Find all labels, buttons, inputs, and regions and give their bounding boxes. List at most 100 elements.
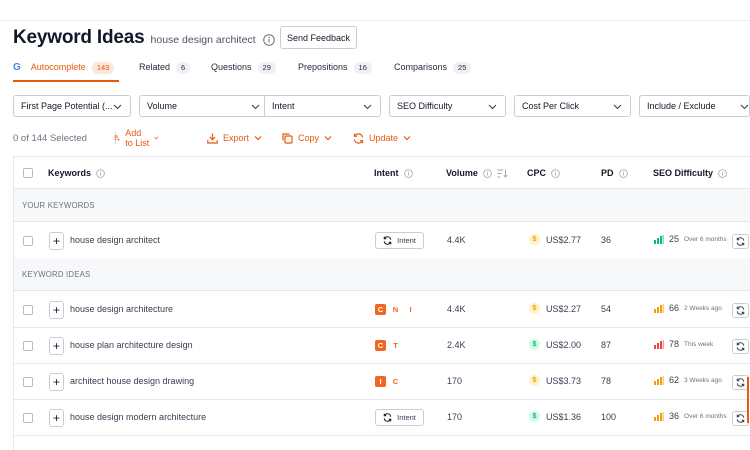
filter-label: Include / Exclude bbox=[647, 101, 716, 111]
tab-label: Questions bbox=[211, 62, 252, 72]
updated-ago: This week bbox=[684, 340, 714, 348]
column-label: CPC bbox=[527, 168, 547, 178]
dollar-icon: $ bbox=[529, 411, 540, 422]
keyword-text[interactable]: house plan architecture design bbox=[70, 340, 193, 350]
filter-first-page-potential[interactable]: First Page Potential (... bbox=[13, 95, 131, 117]
seo-difficulty-value: 62 bbox=[669, 375, 680, 385]
table-row[interactable]: + house design modern architecture Intent 1… bbox=[14, 400, 750, 436]
difficulty-bars-icon bbox=[654, 303, 664, 313]
chevron-down-icon bbox=[363, 104, 372, 110]
column-cpc[interactable]: CPC bbox=[527, 168, 560, 178]
select-all-checkbox[interactable] bbox=[23, 168, 33, 178]
add-to-list-button[interactable]: Add to List bbox=[114, 128, 164, 148]
pd-value: 78 bbox=[601, 376, 612, 386]
column-keywords[interactable]: Keywords bbox=[48, 168, 105, 178]
filter-volume[interactable]: Volume bbox=[139, 95, 269, 117]
keyword-text[interactable]: house design architect bbox=[70, 235, 160, 245]
chevron-down-icon bbox=[251, 104, 260, 110]
filter-seo-difficulty[interactable]: SEO Difficulty bbox=[389, 95, 506, 117]
add-keyword-button[interactable]: + bbox=[49, 337, 64, 355]
keyword-text[interactable]: house design modern architecture bbox=[70, 412, 206, 422]
filter-label: First Page Potential (... bbox=[21, 101, 113, 111]
keyword-text[interactable]: architect house design drawing bbox=[70, 376, 194, 386]
cpc-value: US$2.00 bbox=[546, 339, 582, 350]
refresh-icon bbox=[383, 236, 392, 245]
pd-value: 100 bbox=[601, 412, 617, 422]
tab-questions[interactable]: Questions 29 bbox=[211, 58, 276, 82]
refresh-row-button[interactable] bbox=[732, 303, 749, 318]
download-icon bbox=[207, 133, 218, 144]
info-icon bbox=[551, 168, 560, 178]
top-bar bbox=[0, 0, 750, 21]
tab-prepositions[interactable]: Prepositions 16 bbox=[298, 58, 372, 82]
export-button[interactable]: Export bbox=[207, 130, 267, 146]
filter-include-exclude[interactable]: Include / Exclude bbox=[639, 95, 750, 117]
cpc-cell: $ US$2.27 bbox=[529, 303, 581, 314]
filter-intent[interactable]: Intent bbox=[264, 95, 381, 117]
tab-count: 6 bbox=[176, 62, 191, 74]
updated-ago: Over 6 months bbox=[684, 235, 727, 243]
sort-icon[interactable] bbox=[497, 169, 508, 178]
keyword-text[interactable]: house design architecture bbox=[70, 304, 173, 314]
refresh-icon bbox=[736, 414, 745, 423]
cpc-cell: $ US$2.77 bbox=[529, 234, 581, 245]
add-keyword-button[interactable]: + bbox=[49, 373, 64, 391]
difficulty-bars-icon bbox=[654, 375, 664, 385]
table-row[interactable]: + house plan architecture design C T 2.4K $ US… bbox=[14, 328, 750, 364]
info-icon bbox=[96, 168, 105, 178]
difficulty-bars-icon bbox=[654, 234, 664, 244]
chevron-down-icon bbox=[324, 136, 332, 141]
refresh-row-button[interactable] bbox=[732, 234, 749, 249]
info-icon bbox=[403, 168, 413, 178]
intent-button-label: Intent bbox=[397, 236, 416, 245]
filter-cost-per-click[interactable]: Cost Per Click bbox=[514, 95, 631, 117]
row-checkbox[interactable] bbox=[23, 341, 33, 351]
intent-badges: CT bbox=[375, 340, 405, 351]
dollar-icon: $ bbox=[529, 234, 540, 245]
cpc-value: US$2.27 bbox=[546, 303, 582, 314]
tab-count: 29 bbox=[257, 62, 276, 74]
info-icon[interactable] bbox=[262, 33, 275, 46]
row-checkbox[interactable] bbox=[23, 305, 33, 315]
page-header: Keyword Ideas house design architect bbox=[13, 26, 275, 50]
row-checkbox[interactable] bbox=[23, 236, 33, 246]
refresh-icon bbox=[736, 342, 745, 351]
chevron-down-icon bbox=[488, 104, 497, 110]
copy-icon bbox=[282, 132, 293, 144]
info-icon bbox=[618, 168, 628, 178]
get-intent-button[interactable]: Intent bbox=[375, 232, 424, 249]
table-row[interactable]: + house design architecture C N I 4.4K $ US$2.2… bbox=[14, 292, 750, 328]
table-row[interactable]: + house design architect Intent 4.4K $ US$2.7… bbox=[14, 223, 750, 259]
filter-label: Volume bbox=[147, 101, 178, 111]
copy-button[interactable]: Copy bbox=[282, 130, 337, 146]
chevron-down-icon bbox=[154, 136, 159, 140]
chevron-down-icon bbox=[613, 104, 622, 110]
cpc-cell: $ US$1.36 bbox=[529, 411, 581, 422]
column-intent[interactable]: Intent bbox=[374, 168, 413, 178]
update-button[interactable]: Update bbox=[353, 130, 416, 146]
add-keyword-button[interactable]: + bbox=[49, 232, 64, 250]
cpc-value: US$1.36 bbox=[546, 411, 582, 422]
tab-comparisons[interactable]: Comparisons 25 bbox=[394, 58, 472, 82]
column-pd[interactable]: PD bbox=[601, 168, 628, 178]
send-feedback-button[interactable]: Send Feedback bbox=[280, 26, 357, 49]
row-checkbox[interactable] bbox=[23, 413, 33, 423]
intent-badge: I bbox=[405, 304, 416, 315]
refresh-row-button[interactable] bbox=[732, 339, 749, 354]
filter-label: SEO Difficulty bbox=[397, 101, 453, 111]
refresh-icon bbox=[736, 237, 745, 246]
column-volume[interactable]: Volume bbox=[446, 168, 508, 178]
column-seo-difficulty[interactable]: SEO Difficulty bbox=[653, 168, 727, 178]
row-checkbox[interactable] bbox=[23, 377, 33, 387]
table-row[interactable]: + architect house design drawing I C 170 $ US$… bbox=[14, 364, 750, 400]
page-title: Keyword Ideas bbox=[13, 27, 145, 48]
tab-related[interactable]: Related 6 bbox=[139, 58, 191, 82]
tab-autocomplete[interactable]: G Autocomplete 143 bbox=[13, 58, 115, 82]
add-keyword-button[interactable]: + bbox=[49, 409, 64, 427]
scroll-indicator[interactable] bbox=[747, 377, 749, 423]
seo-difficulty-cell: 36 Over 6 months bbox=[654, 411, 727, 421]
add-keyword-button[interactable]: + bbox=[49, 301, 64, 319]
filter-label: Intent bbox=[272, 101, 295, 111]
intent-badge: C bbox=[375, 304, 386, 315]
get-intent-button[interactable]: Intent bbox=[375, 409, 424, 426]
